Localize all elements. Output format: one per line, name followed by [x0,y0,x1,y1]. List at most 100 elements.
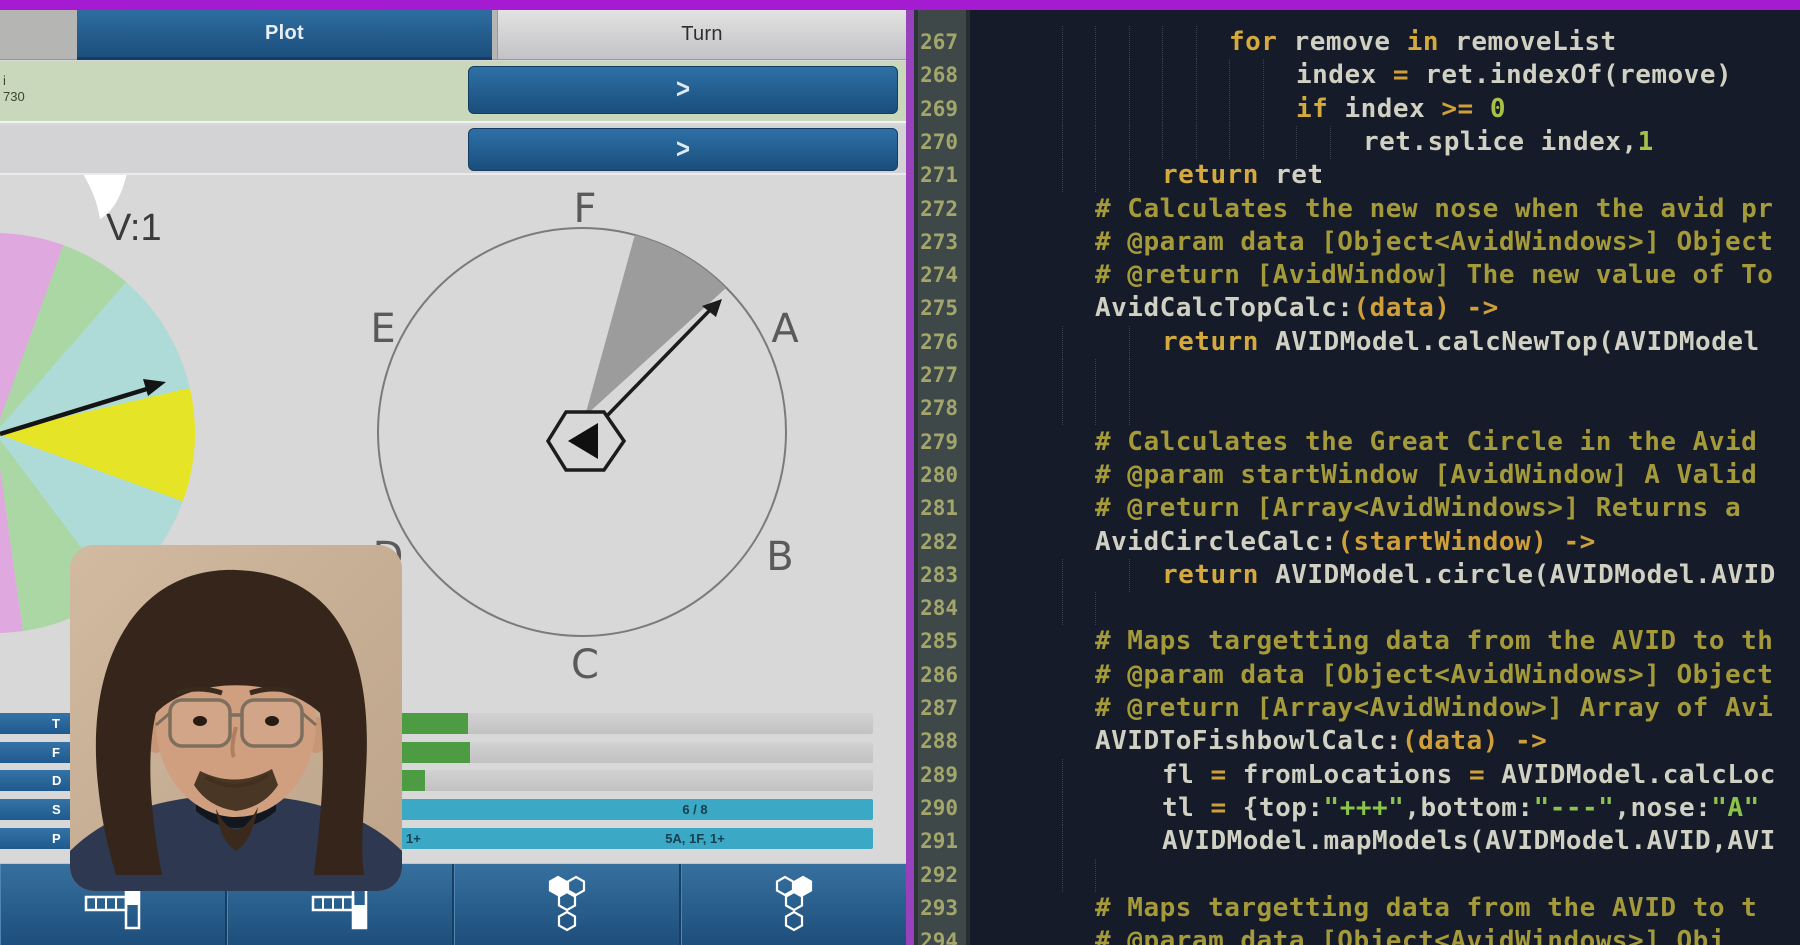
indent-guide [1062,559,1063,592]
indent-guide [1263,59,1264,92]
code-line [970,392,1800,425]
code-area[interactable]: for remove in removeListindex = ret.inde… [970,10,1800,945]
line-number: 274 [920,259,958,292]
stat-label: S [52,802,61,817]
indent-guide [1095,126,1096,159]
code-text: return AVIDModel.calcNewTop(AVIDModel [1162,326,1760,359]
code-line: AvidCircleCalc:(startWindow) -> [970,526,1800,559]
indent-guide [1129,559,1130,592]
indent-guide [1095,359,1096,392]
code-line: # @return [AvidWindow] The new value of … [970,259,1800,292]
indent-guide [1229,126,1230,159]
indent-guide [1062,26,1063,59]
indent-guide [1196,126,1197,159]
line-number-gutter: 2672682692702712722732742752762772782792… [914,10,970,945]
avid-letter-a: A [771,306,799,352]
line-number: 280 [920,459,958,492]
indent-guide [1129,126,1130,159]
indent-guide [1095,59,1096,92]
stat-value: 5A, 1F, 1+ [620,831,770,846]
portrait-illustration [70,545,402,891]
panel-divider[interactable] [906,10,914,945]
tab-turn[interactable]: Turn [497,10,906,60]
indent-guide [1129,26,1130,59]
code-text: return ret [1162,159,1324,192]
code-text: for remove in removeList [1229,26,1617,59]
indent-guide [1095,159,1096,192]
tab-plot[interactable]: Plot [77,10,492,60]
toolbar-button-hex-left[interactable] [454,864,681,945]
code-line: AvidCalcTopCalc:(data) -> [970,292,1800,325]
indent-guide [1263,93,1264,126]
line-number: 292 [920,859,958,892]
line-number: 271 [920,159,958,192]
indent-guide [1196,93,1197,126]
header-mini-text-1: i [3,73,6,88]
advance-button-2[interactable]: > [468,128,898,171]
indent-guide [1129,359,1130,392]
line-number: 285 [920,625,958,658]
code-line: # @return [Array<AvidWindows>] Returns a [970,492,1800,525]
code-text: if index >= 0 [1296,93,1506,126]
left-panel: Plot Turn i 730 > > V:1 [0,10,906,945]
code-line: ret.splice index,1 [970,126,1800,159]
code-line: AVIDToFishbowlCalc:(data) -> [970,725,1800,758]
code-text: return AVIDModel.circle(AVIDModel.AVID [1162,559,1776,592]
line-number: 273 [920,226,958,259]
chevron-right-icon: > [676,133,690,165]
line-number: 286 [920,659,958,692]
indent-guide [1296,126,1297,159]
code-text: # @param data [Object<AvidWindows>] Obje… [1095,659,1773,692]
stat-label: T [52,716,60,731]
indent-guide [1330,126,1331,159]
code-line: return AVIDModel.calcNewTop(AVIDModel [970,326,1800,359]
code-text: # @return [Array<AvidWindow>] Array of A… [1095,692,1773,725]
nose-triangle [568,423,598,459]
code-line [970,359,1800,392]
code-line: # @return [Array<AvidWindow>] Array of A… [970,692,1800,725]
stat-label: P [52,831,61,846]
indent-guide [1229,59,1230,92]
code-line: # @param data [Object<AvidWindows>] Obje… [970,226,1800,259]
line-number: 270 [920,126,958,159]
code-line: tl = {top:"+++",bottom:"---",nose:"A" [970,792,1800,825]
indent-guide [1062,359,1063,392]
indent-guide [1095,26,1096,59]
code-line: return AVIDModel.circle(AVIDModel.AVID [970,559,1800,592]
code-editor[interactable]: 2672682692702712722732742752762772782792… [914,10,1800,945]
avid-letter-e: E [370,306,395,352]
app-window: Plot Turn i 730 > > V:1 [0,0,1800,945]
code-line [970,859,1800,892]
indent-guide [1062,392,1063,425]
indent-guide [1062,326,1063,359]
center-hexagon [548,412,624,470]
webcam-portrait [70,545,402,891]
indent-guide [1095,392,1096,425]
avid-arrow [601,309,711,422]
code-text: # Calculates the Great Circle in the Avi… [1095,426,1757,459]
header-mini-text-2: 730 [3,89,25,104]
line-number: 272 [920,193,958,226]
top-accent-bar [0,0,1800,10]
stat-label: F [52,745,60,760]
code-text: tl = {top:"+++",bottom:"---",nose:"A" [1162,792,1760,825]
vector-wheel-label: V:1 [106,207,162,250]
code-text: # @return [AvidWindow] The new value of … [1095,259,1773,292]
indent-guide [1062,93,1063,126]
code-line: return ret [970,159,1800,192]
code-text: AvidCalcTopCalc:(data) -> [1095,292,1499,325]
toolbar-button-hex-right[interactable] [681,864,906,945]
hex-cluster-right-icon [771,872,817,938]
indent-guide [1229,93,1230,126]
indent-guide [1062,859,1063,892]
code-text: AVIDModel.mapModels(AVIDModel.AVID,AVI [1162,825,1776,858]
advance-button-1[interactable]: > [468,66,898,114]
code-text: index = ret.indexOf(remove) [1296,59,1732,92]
hex-cluster-left-icon [544,872,590,938]
avid-sector [585,235,726,416]
line-number: 293 [920,892,958,925]
line-number: 267 [920,26,958,59]
line-number: 276 [920,326,958,359]
indent-guide [1263,126,1264,159]
avid-letter-f: F [573,186,596,232]
